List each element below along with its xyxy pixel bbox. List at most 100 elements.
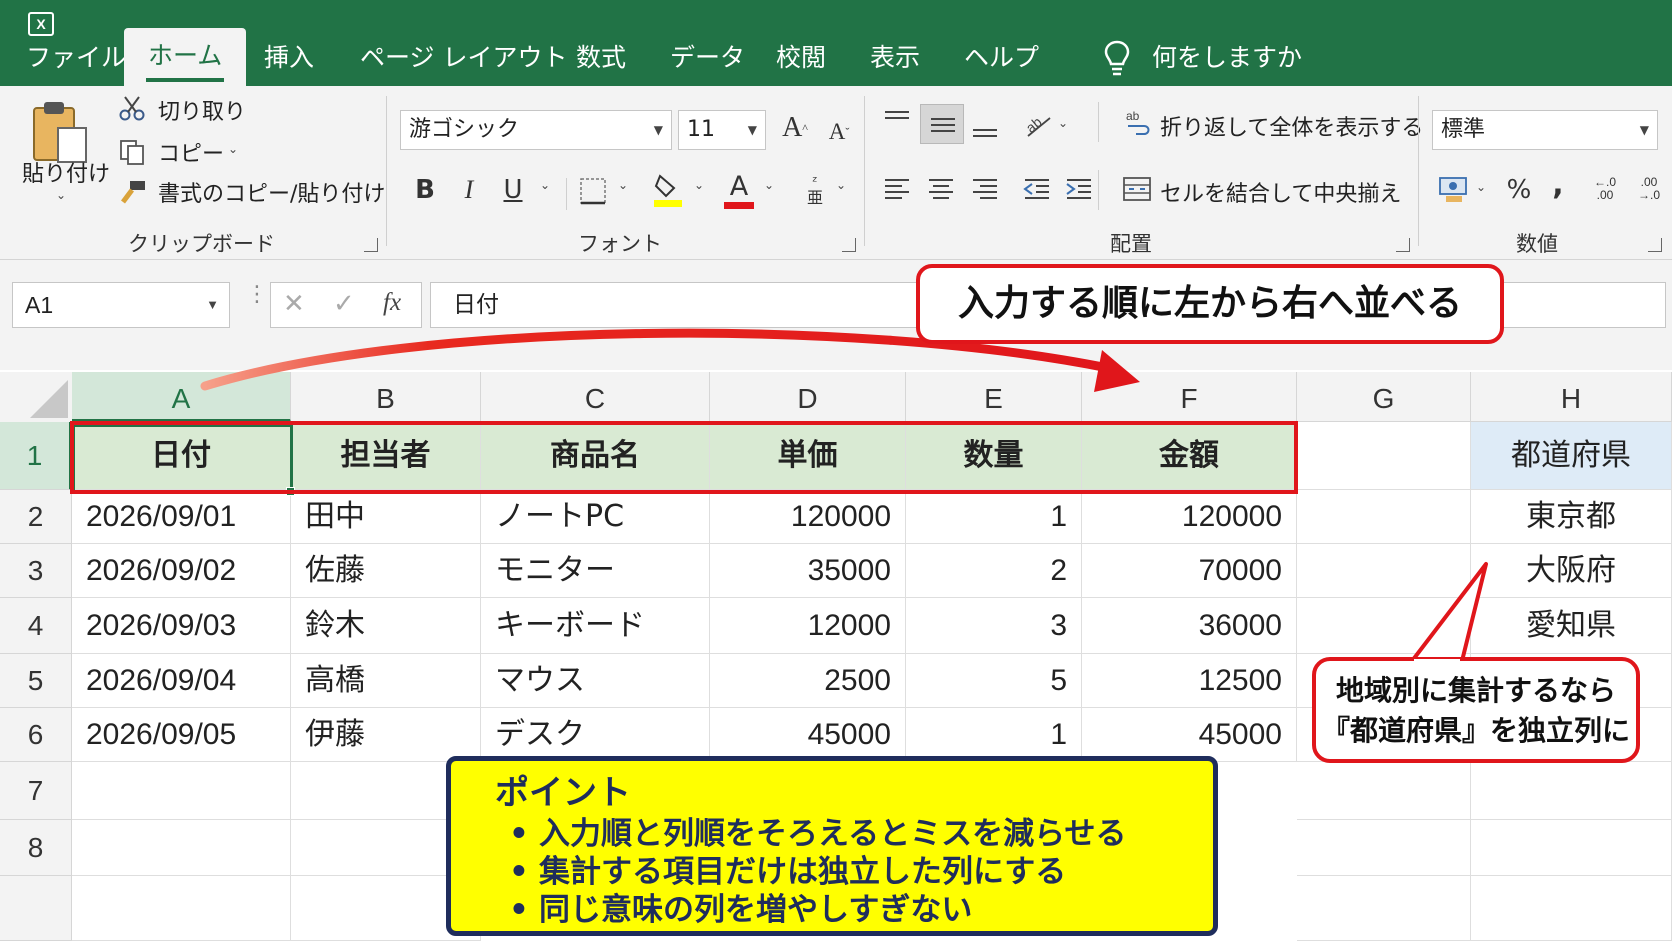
cell-b3[interactable]: 佐藤 (291, 544, 481, 598)
row-header-2[interactable]: 2 (0, 490, 72, 544)
insert-function-icon[interactable]: fx (383, 289, 401, 317)
format-painter-button[interactable]: 書式のコピー/貼り付け (158, 176, 385, 208)
align-middle-button[interactable] (920, 104, 964, 144)
percent-style-button[interactable]: % (1504, 172, 1534, 208)
tab-formulas[interactable]: 数式 (576, 30, 626, 86)
row-header-4[interactable]: 4 (0, 598, 72, 654)
column-header-c[interactable]: C (481, 372, 710, 422)
alignment-launcher-icon[interactable] (1396, 238, 1410, 252)
merge-center-button[interactable]: セルを結合して中央揃え (1160, 176, 1401, 208)
cell-h4[interactable]: 愛知県 (1471, 598, 1672, 654)
cell-h8[interactable] (1471, 820, 1672, 876)
cell-a8[interactable] (72, 820, 291, 876)
align-top-icon[interactable] (882, 108, 912, 134)
column-header-h[interactable]: H (1471, 372, 1672, 422)
cell-a6[interactable]: 2026/09/05 (72, 708, 291, 762)
paste-button[interactable]: 貼り付け (22, 156, 110, 188)
comma-style-button[interactable]: , (1546, 166, 1570, 202)
name-box[interactable]: A1 ▼ (12, 282, 230, 328)
cell-b2[interactable]: 田中 (291, 490, 481, 544)
cancel-entry-icon[interactable]: ✕ (283, 289, 305, 319)
tab-home[interactable]: ホーム (124, 28, 247, 86)
cell-e5[interactable]: 5 (906, 654, 1082, 708)
cell-e3[interactable]: 2 (906, 544, 1082, 598)
underline-button[interactable]: U (498, 170, 528, 210)
cell-a4[interactable]: 2026/09/03 (72, 598, 291, 654)
cell-h1[interactable]: 都道府県 (1471, 422, 1672, 490)
row-header-9[interactable] (0, 876, 72, 941)
increase-indent-icon[interactable] (1064, 176, 1094, 202)
confirm-entry-icon[interactable]: ✓ (333, 289, 355, 319)
cell-h3[interactable]: 大阪府 (1471, 544, 1672, 598)
cell-a5[interactable]: 2026/09/04 (72, 654, 291, 708)
phonetic-dropdown-caret[interactable]: ⌄ (836, 178, 846, 192)
decrease-decimal-icon[interactable]: .00 →.0 (1632, 172, 1666, 206)
font-color-dropdown-caret[interactable]: ⌄ (764, 178, 774, 192)
tab-review[interactable]: 校閲 (776, 30, 826, 86)
tab-file[interactable]: ファイル (26, 30, 126, 86)
cut-button[interactable]: 切り取り (158, 94, 246, 126)
align-left-icon[interactable] (882, 176, 912, 202)
accounting-format-icon[interactable] (1438, 174, 1470, 204)
font-size-decrease-icon[interactable]: Aˇ (822, 112, 856, 152)
row-header-5[interactable]: 5 (0, 654, 72, 708)
cell-c4[interactable]: キーボード (481, 598, 710, 654)
cell-g3[interactable] (1297, 544, 1471, 598)
cell-d6[interactable]: 45000 (710, 708, 906, 762)
cell-f4[interactable]: 36000 (1082, 598, 1297, 654)
accounting-dropdown-caret[interactable]: ⌄ (1476, 180, 1486, 194)
cell-h7[interactable] (1471, 762, 1672, 820)
column-header-d[interactable]: D (710, 372, 906, 422)
font-launcher-icon[interactable] (842, 238, 856, 252)
italic-button[interactable]: I (454, 170, 484, 210)
cell-b6[interactable]: 伊藤 (291, 708, 481, 762)
cell-c3[interactable]: モニター (481, 544, 710, 598)
cell-e6[interactable]: 1 (906, 708, 1082, 762)
tab-page-layout[interactable]: ページ レイアウト (360, 30, 567, 86)
fill-color-dropdown-caret[interactable]: ⌄ (694, 178, 704, 192)
column-header-f[interactable]: F (1082, 372, 1297, 422)
row-header-6[interactable]: 6 (0, 708, 72, 762)
cell-c2[interactable]: ノートPC (481, 490, 710, 544)
cell-e2[interactable]: 1 (906, 490, 1082, 544)
cell-d5[interactable]: 2500 (710, 654, 906, 708)
cell-a3[interactable]: 2026/09/02 (72, 544, 291, 598)
align-bottom-icon[interactable] (970, 116, 1000, 142)
tab-view[interactable]: 表示 (870, 30, 920, 86)
cell-g1[interactable] (1297, 422, 1471, 490)
borders-dropdown-caret[interactable]: ⌄ (618, 178, 628, 192)
cell-h2[interactable]: 東京都 (1471, 490, 1672, 544)
cell-d4[interactable]: 12000 (710, 598, 906, 654)
cell-a9[interactable] (72, 876, 291, 941)
row-header-1[interactable]: 1 (0, 422, 72, 490)
copy-dropdown-caret[interactable]: ⌄ (228, 142, 238, 156)
tell-me-search[interactable]: 何をしますか (1152, 30, 1302, 86)
underline-dropdown-caret[interactable]: ⌄ (540, 178, 550, 192)
row-header-8[interactable]: 8 (0, 820, 72, 876)
font-size-combo[interactable]: 11 ▼ (678, 110, 766, 150)
cell-e4[interactable]: 3 (906, 598, 1082, 654)
font-name-combo[interactable]: 游ゴシック ▼ (400, 110, 672, 150)
merge-dropdown-caret[interactable]: ⌄ (1386, 180, 1396, 194)
tab-help[interactable]: ヘルプ (964, 30, 1039, 86)
column-header-b[interactable]: B (291, 372, 481, 422)
number-format-combo[interactable]: 標準 ▼ (1432, 110, 1658, 150)
align-right-icon[interactable] (970, 176, 1000, 202)
cell-f3[interactable]: 70000 (1082, 544, 1297, 598)
cell-g4[interactable] (1297, 598, 1471, 654)
cell-c6[interactable]: デスク (481, 708, 710, 762)
clipboard-launcher-icon[interactable] (364, 238, 378, 252)
font-color-icon[interactable]: A (722, 168, 756, 212)
cell-a2[interactable]: 2026/09/01 (72, 490, 291, 544)
paste-dropdown-caret[interactable]: ⌄ (56, 188, 66, 202)
tab-insert[interactable]: 挿入 (264, 30, 314, 86)
copy-button[interactable]: コピー (158, 136, 224, 168)
cell-g2[interactable] (1297, 490, 1471, 544)
phonetic-guide-icon[interactable]: ᶻ亜 (800, 172, 830, 208)
cell-f6[interactable]: 45000 (1082, 708, 1297, 762)
row-header-3[interactable]: 3 (0, 544, 72, 598)
wrap-text-button[interactable]: 折り返して全体を表示する (1160, 110, 1423, 142)
select-all-corner[interactable] (0, 372, 72, 422)
decrease-indent-icon[interactable] (1022, 176, 1052, 202)
bold-button[interactable]: B (410, 170, 440, 210)
